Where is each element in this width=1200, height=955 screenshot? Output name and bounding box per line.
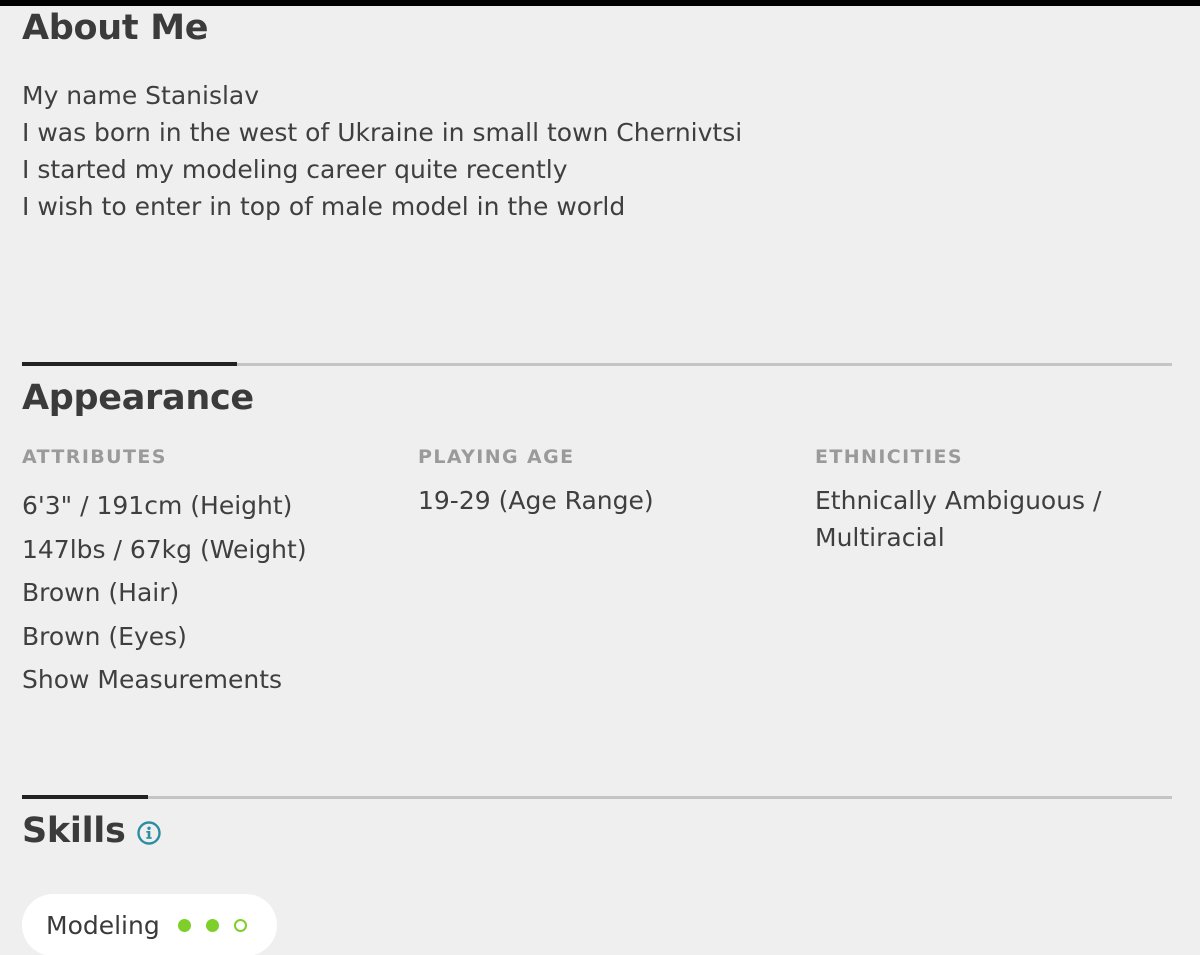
skill-name: Modeling	[46, 910, 160, 940]
playing-age-value: 19-29 (Age Range)	[418, 486, 654, 515]
skills-divider-accent	[22, 795, 148, 799]
skill-pill-modeling[interactable]: Modeling	[22, 894, 277, 955]
ethnicities-column: ETHNICITIES Ethnically Ambiguous / Multi…	[815, 446, 1185, 556]
profile-page: About Me My name Stanislav I was born in…	[0, 6, 1200, 955]
attributes-heading: ATTRIBUTES	[22, 446, 167, 468]
info-circle-icon[interactable]	[136, 820, 162, 846]
about-line: I wish to enter in top of male model in …	[22, 192, 626, 221]
about-line: I was born in the west of Ukraine in sma…	[22, 118, 743, 147]
ethnicities-value: Ethnically Ambiguous / Multiracial	[815, 482, 1185, 556]
ethnicities-heading: ETHNICITIES	[815, 446, 963, 468]
ethnicities-value-line: Ethnically Ambiguous /	[815, 486, 1102, 515]
about-me-title: About Me	[22, 8, 209, 48]
attribute-weight: 147lbs / 67kg (Weight)	[22, 534, 307, 564]
appearance-title: Appearance	[22, 378, 254, 418]
appearance-divider-accent	[22, 362, 237, 366]
skills-header: Skills	[22, 811, 162, 851]
about-line: I started my modeling career quite recen…	[22, 155, 568, 184]
playing-age-heading: PLAYING AGE	[418, 446, 575, 468]
attribute-hair: Brown (Hair)	[22, 578, 180, 607]
skills-title: Skills	[22, 811, 126, 851]
about-line: My name Stanislav	[22, 81, 260, 110]
attributes-list: 6'3" / 191cm (Height) 147lbs / 67kg (Wei…	[22, 484, 392, 702]
ethnicities-value-line: Multiracial	[815, 523, 945, 552]
about-me-text: My name Stanislav I was born in the west…	[22, 77, 742, 225]
skills-divider	[22, 795, 1172, 799]
skill-level-dot-filled	[177, 918, 191, 932]
playing-age-column: PLAYING AGE 19-29 (Age Range)	[418, 446, 788, 519]
appearance-divider	[22, 362, 1172, 366]
skill-level-dot-filled	[205, 918, 219, 932]
show-measurements-link[interactable]: Show Measurements	[22, 658, 392, 702]
attributes-column: ATTRIBUTES 6'3" / 191cm (Height) 147lbs …	[22, 446, 392, 702]
attribute-eyes: Brown (Eyes)	[22, 621, 187, 651]
attribute-height: 6'3" / 191cm (Height)	[22, 491, 293, 520]
skill-level-dot-empty	[233, 918, 247, 932]
